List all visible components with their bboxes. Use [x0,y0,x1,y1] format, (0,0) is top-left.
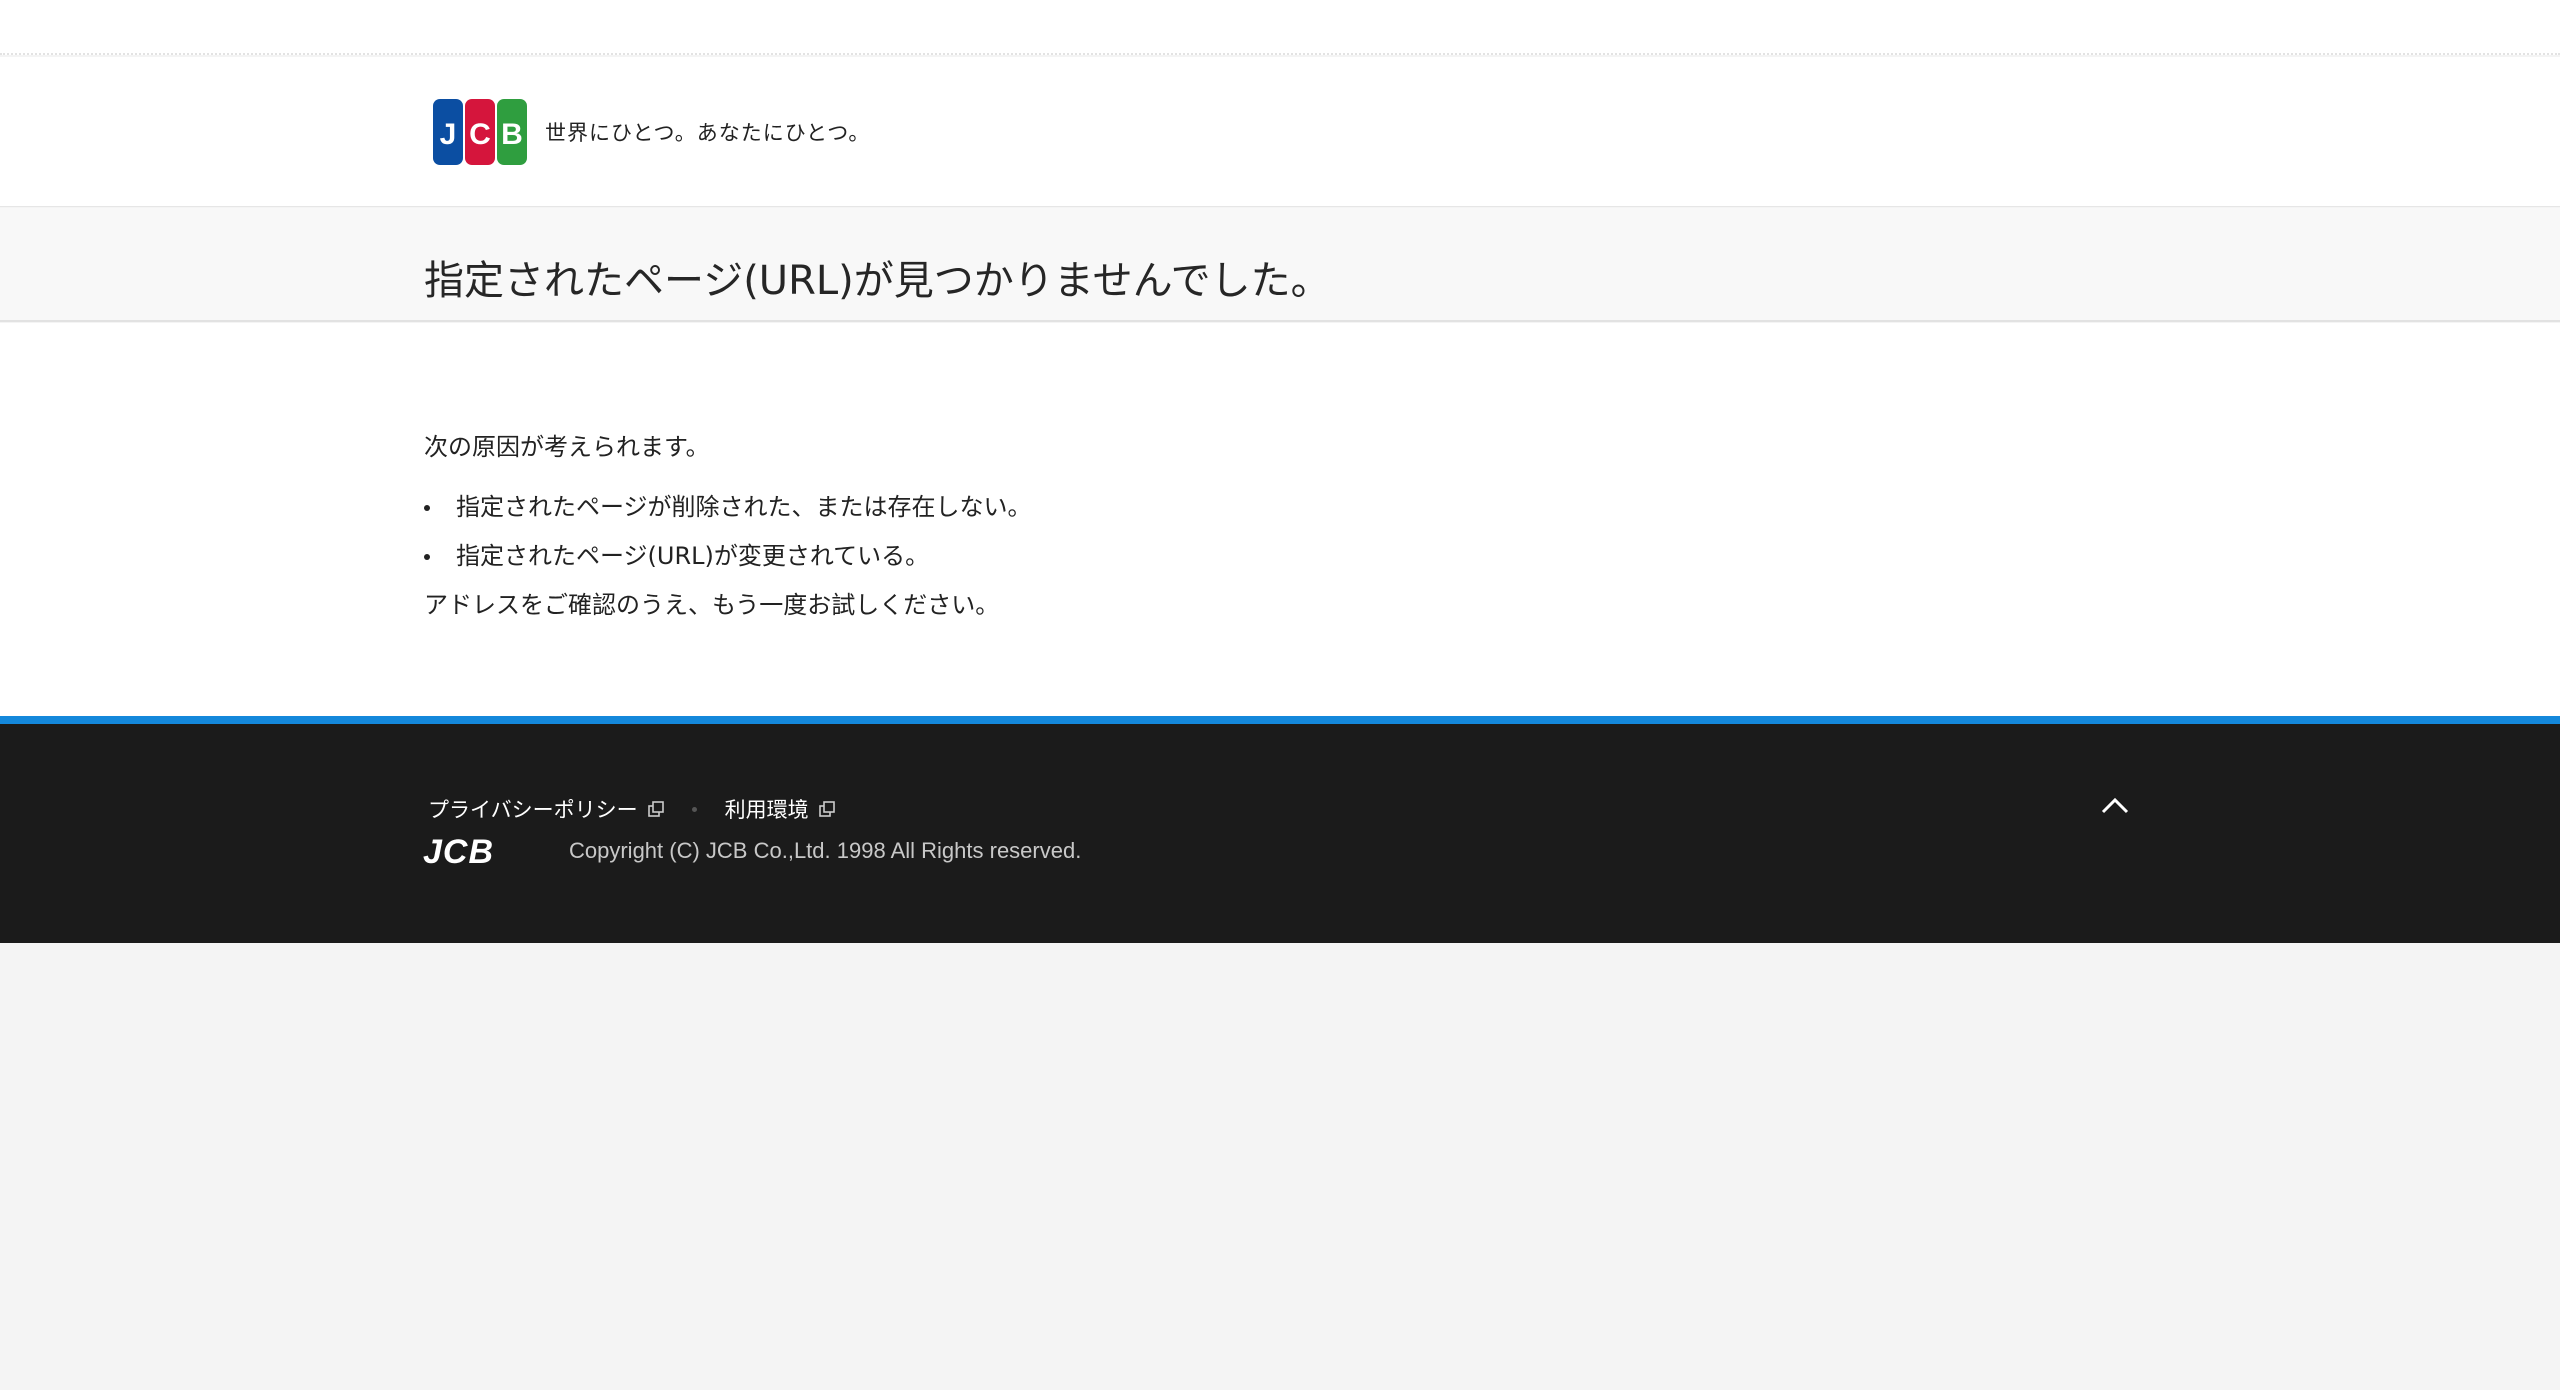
top-strip [0,0,2560,55]
cause-item: 指定されたページ(URL)が変更されている。 [424,540,1824,572]
error-message: 次の原因が考えられます。 指定されたページが削除された、または存在しない。 指定… [424,431,1824,621]
bullet-icon [424,505,430,511]
chevron-up-icon [2101,797,2129,814]
cause-text: 指定されたページ(URL)が変更されている。 [456,542,930,570]
title-band: 指定されたページ(URL)が見つかりませんでした。 [0,208,2560,322]
page-background [0,943,2560,1390]
environment-label: 利用環境 [724,798,809,822]
privacy-policy-link[interactable]: プライバシーポリシー [428,794,664,824]
cause-text: 指定されたページが削除された、または存在しない。 [456,493,1032,521]
page-top-button[interactable] [2096,790,2134,820]
privacy-policy-label: プライバシーポリシー [428,798,638,822]
footer-jcb-logo: JCB [423,836,494,866]
logo-link[interactable]: J C B 世界にひとつ。あなたにひとつ。 [433,97,870,167]
svg-text:JCB: JCB [423,836,494,866]
main-content: 次の原因が考えられます。 指定されたページが削除された、または存在しない。 指定… [0,323,2560,716]
page-title: 指定されたページ(URL)が見つかりませんでした。 [424,258,1331,304]
bullet-icon [424,554,430,560]
environment-link[interactable]: 利用環境 [725,794,835,824]
cause-list: 指定されたページが削除された、または存在しない。 指定されたページ(URL)が変… [424,491,1824,572]
svg-text:C: C [469,118,491,151]
jcb-logo: J C B [433,99,527,165]
svg-text:J: J [440,118,457,151]
svg-text:B: B [501,118,523,151]
advice-text: アドレスをご確認のうえ、もう一度お試しください。 [424,591,1000,619]
page: J C B 世界にひとつ。あなたにひとつ。 指定されたページ(URL)が見つかり… [0,0,2560,1390]
footer-bottom: JCB Copyright (C) JCB Co.,Ltd. 1998 All … [423,836,1081,866]
copyright-text: Copyright (C) JCB Co.,Ltd. 1998 All Righ… [569,838,1082,863]
external-link-icon [647,801,664,817]
external-link-icon [818,801,835,817]
intro-text: 次の原因が考えられます。 [424,433,710,461]
footer-links: プライバシーポリシー 利用環境 [428,794,835,824]
site-footer: プライバシーポリシー 利用環境 JCB Copyright (C) JCB Co… [0,716,2560,943]
link-separator [691,806,697,812]
site-header: J C B 世界にひとつ。あなたにひとつ。 [0,57,2560,207]
cause-item: 指定されたページが削除された、または存在しない。 [424,491,1824,523]
tagline: 世界にひとつ。あなたにひとつ。 [545,121,871,145]
